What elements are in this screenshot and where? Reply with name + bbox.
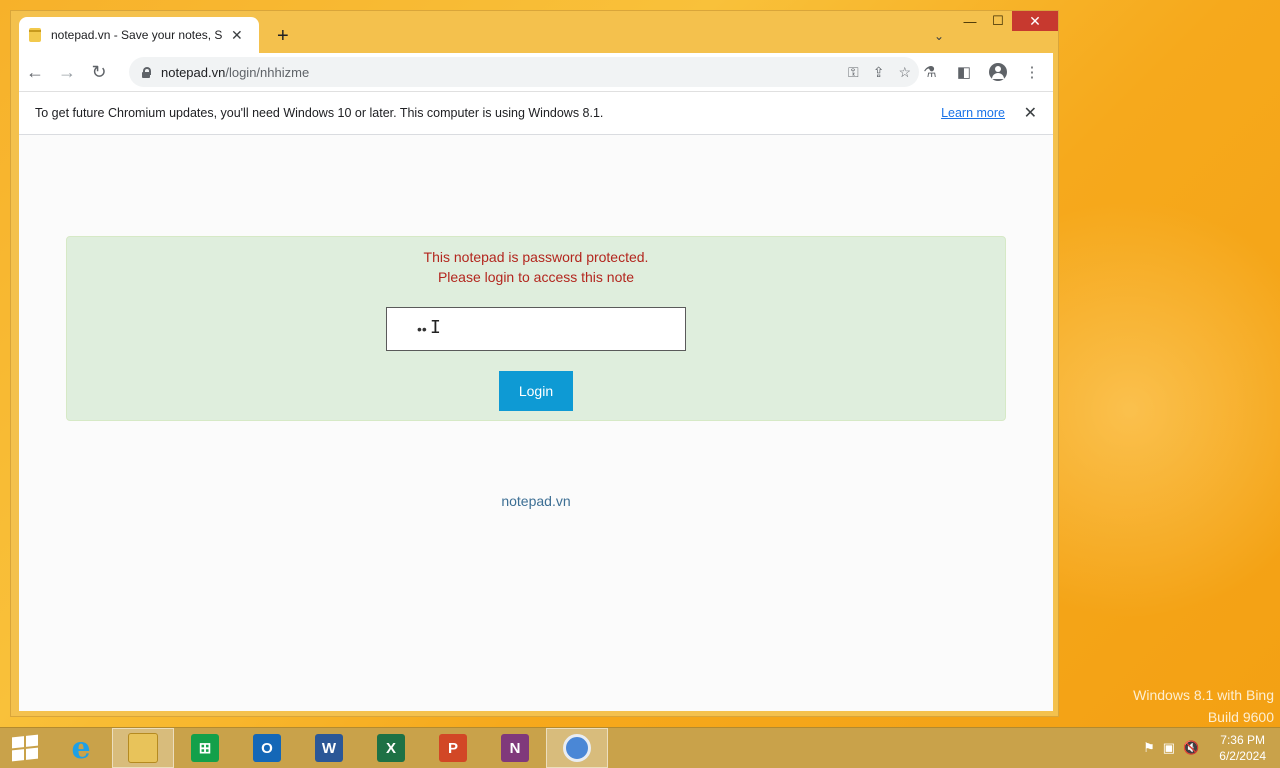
taskbar-store[interactable]: ⊞ <box>174 728 236 768</box>
forward-icon[interactable]: → <box>51 56 83 88</box>
onenote-icon: N <box>501 734 529 762</box>
password-alert-box: This notepad is password protected. Plea… <box>66 236 1006 421</box>
omnibox-actions: ⚿ ⇪ ☆ <box>848 57 911 87</box>
chrome-icon <box>563 734 591 762</box>
alert-message-line-1: This notepad is password protected. <box>423 249 649 265</box>
browser-window: — ☐ ✕ notepad.vn - Save your notes, Sa ✕… <box>10 10 1059 717</box>
address-bar[interactable]: notepad.vn/login/nhhizme ⚿ ⇪ ☆ <box>129 57 919 87</box>
powerpoint-icon: P <box>439 734 467 762</box>
taskbar-onenote[interactable]: N <box>484 728 546 768</box>
action-center-flag-icon[interactable]: ⚑ <box>1143 740 1155 756</box>
learn-more-link[interactable]: Learn more <box>941 106 1005 120</box>
word-icon: W <box>315 734 343 762</box>
minimize-button[interactable]: — <box>956 11 984 31</box>
infobar-message: To get future Chromium updates, you'll n… <box>35 106 604 120</box>
watermark-line-1: Windows 8.1 with Bing <box>1133 687 1274 703</box>
toolbar-right: ⚗ ◧ ⋮ <box>917 56 1045 88</box>
reload-icon[interactable]: ↻ <box>83 56 115 88</box>
taskbar: e ⊞ O W X P N ⚑ ▣ 🔇 7:36 PM 6/2/2024 <box>0 727 1280 768</box>
infobar-close-icon[interactable]: ✕ <box>1024 103 1037 123</box>
text-cursor-icon: I <box>430 317 441 338</box>
clock[interactable]: 7:36 PM 6/2/2024 <box>1219 732 1266 764</box>
lock-icon[interactable] <box>141 66 151 78</box>
tab-close-icon[interactable]: ✕ <box>231 27 243 44</box>
close-window-button[interactable]: ✕ <box>1012 11 1058 31</box>
taskbar-chrome[interactable] <box>546 728 608 768</box>
login-button[interactable]: Login <box>499 371 573 411</box>
outlook-icon: O <box>253 734 281 762</box>
taskbar-excel[interactable]: X <box>360 728 422 768</box>
excel-icon: X <box>377 734 405 762</box>
lab-flask-icon[interactable]: ⚗ <box>917 56 943 88</box>
alert-message-line-2: Please login to access this note <box>437 269 635 285</box>
back-icon[interactable]: ← <box>19 56 51 88</box>
page-content: This notepad is password protected. Plea… <box>19 135 1053 711</box>
windows-logo-icon <box>12 734 38 762</box>
taskbar-internet-explorer[interactable]: e <box>50 728 112 768</box>
volume-muted-icon[interactable]: 🔇 <box>1183 740 1199 756</box>
taskbar-file-explorer[interactable] <box>112 728 174 768</box>
browser-tab[interactable]: notepad.vn - Save your notes, Sa ✕ <box>19 17 259 53</box>
footer-notepad-link[interactable]: notepad.vn <box>19 493 1053 509</box>
taskbar-word[interactable]: W <box>298 728 360 768</box>
new-tab-icon[interactable]: + <box>277 25 289 48</box>
taskbar-outlook[interactable]: O <box>236 728 298 768</box>
windows-watermark: Windows 8.1 with Bing Build 9600 <box>1133 684 1274 728</box>
tab-search-chevron-icon[interactable]: ⌄ <box>934 29 944 43</box>
update-infobar: To get future Chromium updates, you'll n… <box>19 91 1053 135</box>
clock-time: 7:36 PM <box>1220 733 1265 747</box>
window-controls: — ☐ ✕ <box>956 11 1058 33</box>
menu-kebab-icon[interactable]: ⋮ <box>1019 56 1045 88</box>
file-explorer-icon <box>128 733 158 763</box>
notepad-favicon-icon <box>29 28 41 42</box>
watermark-line-2: Build 9600 <box>1207 709 1274 725</box>
taskbar-powerpoint[interactable]: P <box>422 728 484 768</box>
url-path: /login/nhhizme <box>225 64 310 80</box>
store-icon: ⊞ <box>191 734 219 762</box>
profile-icon[interactable] <box>985 56 1011 88</box>
start-button[interactable] <box>0 728 50 768</box>
system-tray: ⚑ ▣ 🔇 7:36 PM 6/2/2024 <box>1143 728 1266 768</box>
key-icon[interactable]: ⚿ <box>848 64 859 81</box>
share-icon[interactable]: ⇪ <box>873 64 885 81</box>
clock-date: 6/2/2024 <box>1219 749 1266 763</box>
network-icon[interactable]: ▣ <box>1163 740 1175 756</box>
browser-toolbar: ← → ↻ notepad.vn/login/nhhizme ⚿ ⇪ ☆ ⚗ ◧… <box>19 53 1053 91</box>
maximize-button[interactable]: ☐ <box>984 11 1012 31</box>
tab-title: notepad.vn - Save your notes, Sa <box>51 28 223 42</box>
internet-explorer-icon: e <box>71 730 91 766</box>
url-host: notepad.vn <box>161 64 226 80</box>
side-panel-icon[interactable]: ◧ <box>951 56 977 88</box>
bookmark-star-icon[interactable]: ☆ <box>898 64 911 81</box>
